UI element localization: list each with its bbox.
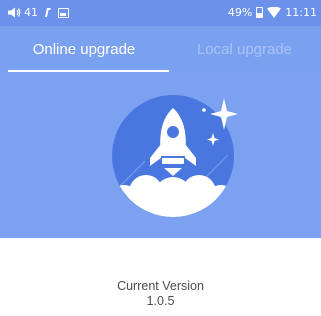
volume-indicator: 41 [8, 6, 38, 19]
battery-icon [256, 7, 264, 18]
wifi-icon [267, 7, 282, 18]
current-version-number: 1.0.5 [146, 294, 175, 308]
status-time: 11:11 [285, 6, 317, 19]
current-version-label: Current Version [117, 279, 204, 293]
active-tab-indicator [8, 70, 169, 72]
battery-percent: 49% [227, 6, 253, 19]
volume-level: 41 [24, 6, 38, 19]
tab-online-upgrade[interactable]: Online upgrade [0, 26, 168, 72]
tab-bar: Online upgrade Local upgrade [0, 26, 321, 72]
nfc-icon [45, 8, 51, 17]
tab-local-upgrade[interactable]: Local upgrade [168, 26, 321, 72]
status-bar: 41 49% 11:11 [0, 0, 321, 26]
rocket-illustration [112, 95, 238, 217]
volume-icon [8, 7, 21, 18]
gallery-icon [58, 7, 69, 18]
current-version: Current Version 1.0.5 [0, 279, 321, 309]
